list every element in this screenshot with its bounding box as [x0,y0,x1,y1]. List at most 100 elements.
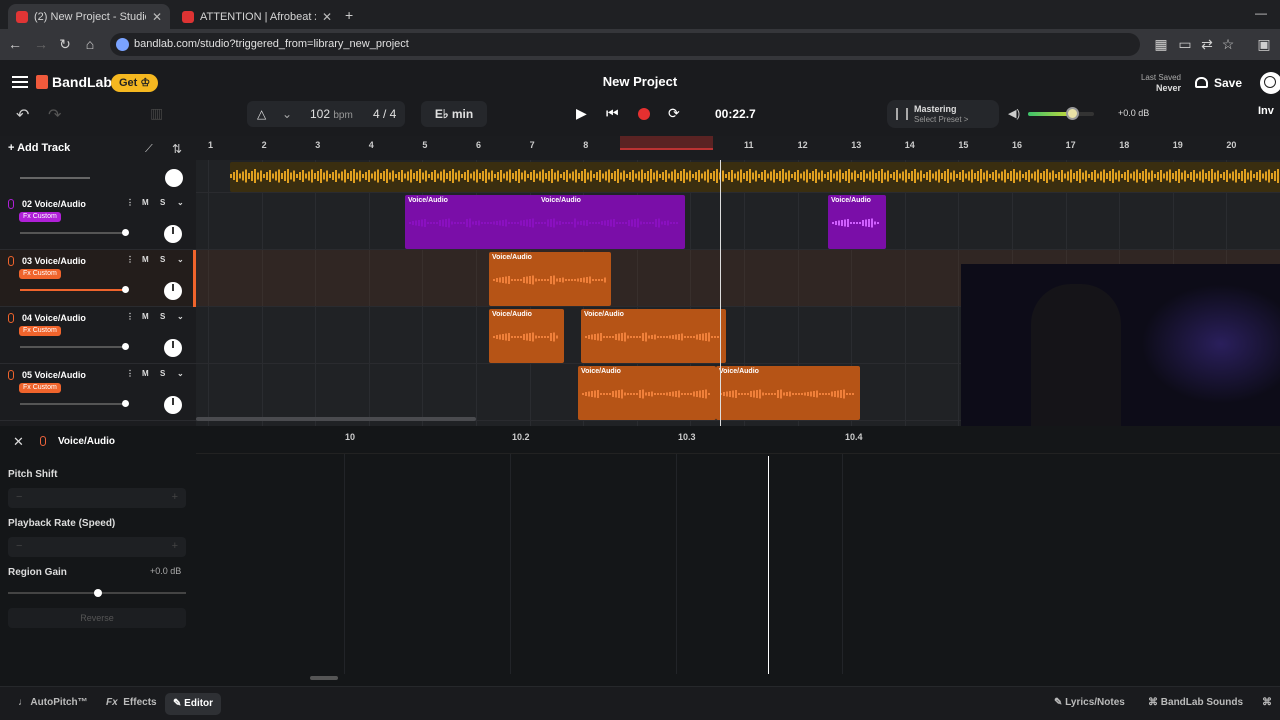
track-volume-slider[interactable] [20,343,129,350]
editor-playhead[interactable] [768,456,769,674]
mastering-button[interactable]: Mastering Select Preset > [887,100,999,128]
tuner-icon[interactable]: ⟋ [145,143,153,156]
track-settings-icon[interactable]: ⇅ [172,142,182,156]
skip-to-start-icon[interactable]: ⏮ [606,105,619,122]
editor-ruler[interactable]: 10 10.2 10.3 10.4 [196,426,1280,454]
track-volume-slider[interactable] [20,229,129,236]
cast-icon[interactable]: ▭ [1176,35,1194,53]
audio-region[interactable]: Voice/Audio [581,309,726,363]
track-row[interactable]: 04 Voice/Audio Fx Custom ⋮ M S ⌄ [0,307,196,364]
volume-knob[interactable] [122,229,129,236]
track-row[interactable]: 02 Voice/Audio Fx Custom ⋮ M S ⌄ [0,193,196,250]
reverse-button[interactable]: Reverse [8,608,186,628]
home-icon[interactable]: ⌂ [81,35,99,53]
close-tab-icon[interactable]: ✕ [152,10,162,24]
minimize-icon[interactable]: — [1255,6,1267,20]
forward-icon[interactable]: → [32,35,50,53]
site-info-icon[interactable] [116,38,129,51]
pitch-shift-stepper[interactable]: − + [8,488,186,508]
mute-button[interactable]: M [142,369,149,378]
effects-button[interactable]: Fx Effects [106,697,157,708]
track-volume-slider[interactable] [20,286,129,293]
grid-icon[interactable]: ▥ [150,105,163,122]
project-title[interactable]: New Project [0,74,1280,89]
audio-region[interactable]: Voice/Audio [489,252,611,306]
mute-button[interactable]: M [142,198,149,207]
loop-icon[interactable]: ⟳ [668,105,680,122]
solo-button[interactable]: S [160,369,165,378]
new-tab-icon[interactable]: + [345,7,353,23]
mute-button[interactable]: M [142,312,149,321]
volume-knob[interactable] [1066,107,1079,120]
fx-badge[interactable]: Fx Custom [19,383,61,393]
chevron-down-icon[interactable]: ⌄ [177,312,184,321]
globe-icon[interactable] [1260,72,1280,94]
volume-knob[interactable] [122,343,129,350]
audio-region[interactable]: Voice/Audio [716,366,860,420]
add-track-button[interactable]: + Add Track [8,142,70,154]
gain-knob[interactable] [94,589,102,597]
audio-region[interactable] [230,162,1280,192]
audio-region[interactable]: Voice/Audio [828,195,886,249]
back-icon[interactable]: ← [6,35,24,53]
browser-tab-studio[interactable]: (2) New Project - Studio ✕ [8,4,170,29]
volume-knob[interactable] [122,400,129,407]
track-name[interactable]: 05 Voice/Audio [22,370,86,380]
track-row[interactable]: 05 Voice/Audio Fx Custom ⋮ M S ⌄ [0,364,196,421]
track-name[interactable]: 04 Voice/Audio [22,313,86,323]
translate-icon[interactable]: ⇄ [1198,35,1216,53]
track-name[interactable]: 03 Voice/Audio [22,256,86,266]
url-field[interactable]: bandlab.com/studio?triggered_from=librar… [110,33,1140,56]
editor-button[interactable]: ✎ Editor [165,693,222,715]
master-volume-slider[interactable] [1028,107,1094,120]
side-panel-icon[interactable]: ▣ [1255,35,1273,53]
solo-button[interactable]: S [160,198,165,207]
fx-badge[interactable]: Fx Custom [19,212,61,222]
key-selector[interactable]: E♭ min [421,101,487,127]
bandlab-sounds-button[interactable]: ⌘ BandLab Sounds [1148,697,1243,708]
track-01-pan-knob[interactable] [165,169,183,187]
track-01-volume-slider[interactable] [20,177,90,179]
fx-badge[interactable]: Fx Custom [19,326,61,336]
chevron-down-icon[interactable]: ⌄ [177,255,184,264]
extension-icon[interactable]: ▦ [1152,35,1170,53]
reload-icon[interactable]: ↻ [56,35,74,53]
increment-icon[interactable]: + [172,540,178,552]
close-editor-icon[interactable]: ✕ [13,434,24,450]
loop-region[interactable] [620,136,713,150]
lyrics-notes-button[interactable]: ✎ Lyrics/Notes [1054,697,1125,708]
record-button[interactable] [638,108,650,120]
close-tab-icon[interactable]: ✕ [322,10,332,24]
fx-badge[interactable]: Fx Custom [19,269,61,279]
timeline-ruler[interactable]: 1234567891011121314151617181920 [196,136,1280,160]
editor-scrollbar[interactable] [310,676,338,680]
decrement-icon[interactable]: − [16,540,22,552]
invite-button[interactable]: Inv [1258,105,1274,117]
track-lane[interactable] [196,193,1280,250]
pan-knob[interactable] [164,339,182,357]
more-icon[interactable]: ⌘ [1262,697,1272,708]
volume-knob[interactable] [122,286,129,293]
save-button[interactable]: Save [1188,72,1250,94]
track-volume-slider[interactable] [20,400,129,407]
audio-region[interactable]: Voice/Audio [489,309,564,363]
more-options-icon[interactable]: ⋮ [126,255,134,264]
solo-button[interactable]: S [160,255,165,264]
chevron-down-icon[interactable]: ⌄ [177,369,184,378]
play-icon[interactable]: ▶ [576,105,587,122]
track-row[interactable]: 03 Voice/Audio Fx Custom ⋮ M S ⌄ [0,250,196,307]
more-options-icon[interactable]: ⋮ [126,369,134,378]
undo-icon[interactable]: ↶ [16,105,29,125]
chevron-down-icon[interactable]: ⌄ [282,101,292,127]
more-options-icon[interactable]: ⋮ [126,198,134,207]
browser-tab-attention[interactable]: ATTENTION | Afrobeat x Da... ✕ [174,4,340,29]
playback-rate-stepper[interactable]: − + [8,537,186,557]
bpm-field[interactable]: 102 bpm [310,101,353,129]
audio-region[interactable]: Voice/Audio Voice/Audio [405,195,685,249]
metronome-icon[interactable]: △ [257,101,266,127]
chevron-down-icon[interactable]: ⌄ [177,198,184,207]
region-gain-slider[interactable] [8,589,186,597]
pan-knob[interactable] [164,396,182,414]
timeline-scrollbar[interactable] [196,417,476,421]
pan-knob[interactable] [164,225,182,243]
